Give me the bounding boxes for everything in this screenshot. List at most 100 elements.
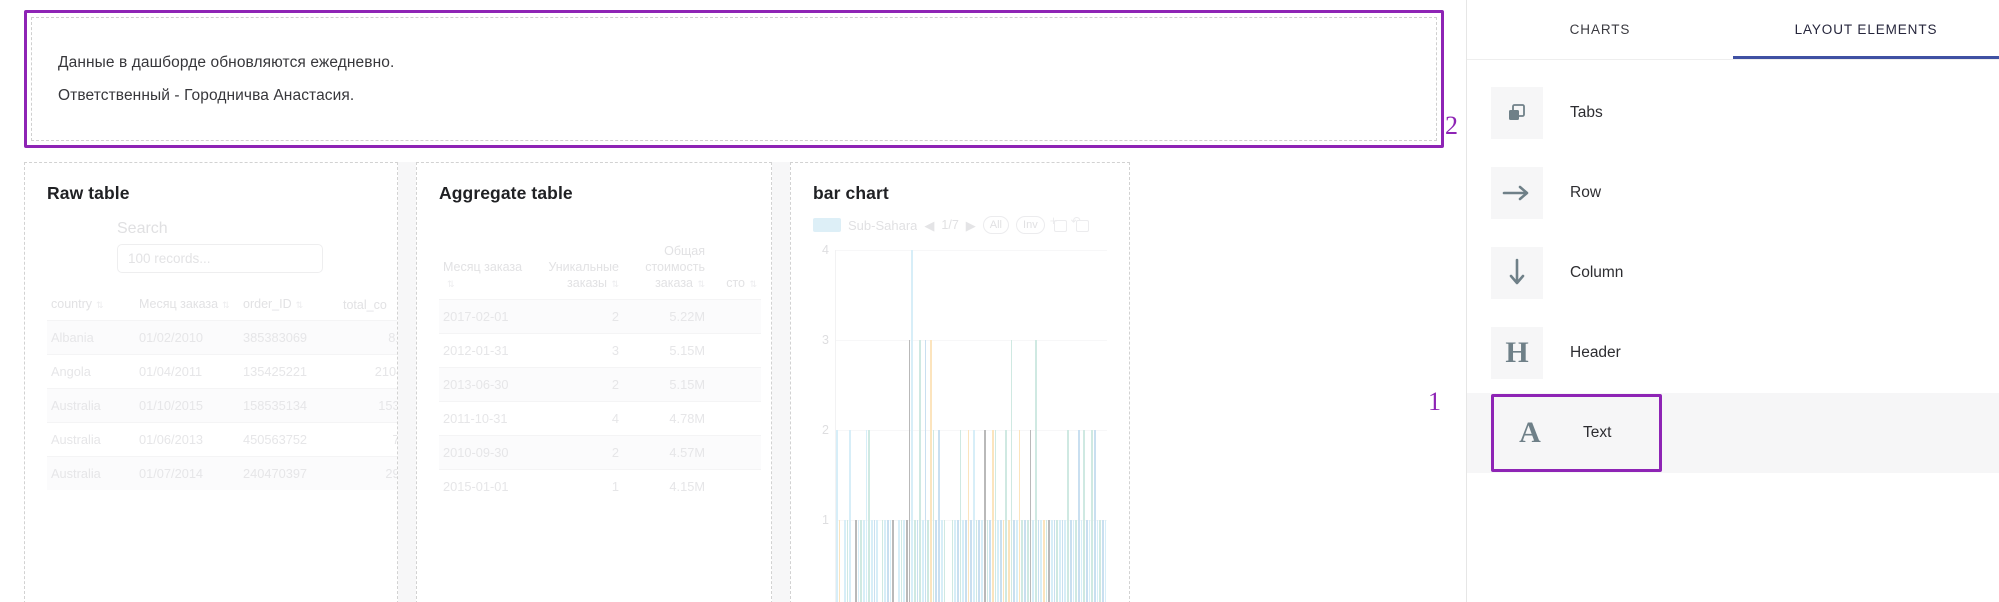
bar[interactable]: [930, 340, 932, 602]
tab-charts[interactable]: CHARTS: [1467, 0, 1733, 59]
bar[interactable]: [917, 520, 919, 602]
bar[interactable]: [858, 520, 860, 602]
bar[interactable]: [1073, 520, 1075, 602]
legend-next-icon[interactable]: ▶: [966, 219, 976, 232]
sidebar-item-row[interactable]: Row: [1467, 153, 1999, 233]
bar[interactable]: [1075, 520, 1077, 602]
bar[interactable]: [860, 520, 862, 602]
bar[interactable]: [1078, 430, 1080, 602]
bar[interactable]: [1048, 520, 1050, 602]
bar[interactable]: [1038, 520, 1040, 602]
bar[interactable]: [1024, 520, 1026, 602]
bar[interactable]: [933, 430, 935, 602]
bar[interactable]: [898, 520, 900, 602]
table-row[interactable]: Australia 01/10/2015 158535134 153498: [47, 389, 398, 423]
table-row[interactable]: Albania 01/02/2010 385383069 8132(: [47, 321, 398, 355]
agg-col-extra[interactable]: сто⇅: [709, 238, 761, 300]
text-item-selection-ring[interactable]: A Text: [1491, 394, 1662, 472]
bar[interactable]: [882, 520, 884, 602]
bar[interactable]: [962, 520, 964, 602]
bar[interactable]: [968, 430, 970, 602]
bar[interactable]: [978, 520, 980, 602]
bar[interactable]: [1046, 520, 1048, 602]
bar[interactable]: [1056, 520, 1058, 602]
raw-col-month[interactable]: Месяц заказа⇅: [135, 291, 239, 321]
bar[interactable]: [925, 340, 927, 602]
bar[interactable]: [1043, 520, 1045, 602]
bar-series[interactable]: [836, 250, 1107, 602]
bar[interactable]: [1040, 520, 1042, 602]
table-row[interactable]: 2017-02-01 2 5.22M: [439, 300, 761, 334]
bar[interactable]: [847, 520, 849, 602]
bar[interactable]: [909, 340, 911, 602]
add-series-icon[interactable]: [1052, 218, 1067, 232]
bar[interactable]: [1030, 430, 1032, 602]
bar[interactable]: [922, 520, 924, 602]
bar[interactable]: [984, 430, 986, 602]
bar[interactable]: [973, 430, 975, 602]
chart-legend-toolbar[interactable]: Sub-Sahara ◀ 1/7 ▶ All Inv: [813, 214, 1107, 236]
search-input[interactable]: 100 records...: [117, 244, 323, 273]
bar[interactable]: [868, 430, 870, 602]
bar[interactable]: [849, 430, 851, 602]
bar[interactable]: [906, 520, 908, 602]
bar[interactable]: [1027, 520, 1029, 602]
raw-col-country[interactable]: country⇅: [47, 291, 135, 321]
sort-icon[interactable]: ⇅: [96, 297, 104, 313]
bar[interactable]: [1011, 340, 1013, 602]
bar[interactable]: [970, 520, 972, 602]
legend-all-button[interactable]: All: [983, 216, 1009, 234]
bar[interactable]: [1086, 520, 1088, 602]
bar[interactable]: [836, 430, 838, 602]
bar[interactable]: [884, 520, 886, 602]
bar[interactable]: [992, 430, 994, 602]
table-row[interactable]: 2015-01-01 1 4.15M: [439, 470, 761, 504]
bar[interactable]: [960, 430, 962, 602]
bar[interactable]: [935, 520, 937, 602]
table-row[interactable]: 2010-09-30 2 4.57M: [439, 436, 761, 470]
reset-series-icon[interactable]: [1074, 218, 1089, 232]
bar[interactable]: [997, 520, 999, 602]
sidebar-item-tabs[interactable]: Tabs: [1467, 73, 1999, 153]
bar[interactable]: [1091, 430, 1093, 602]
bar[interactable]: [1019, 430, 1021, 602]
bar[interactable]: [1021, 520, 1023, 602]
bar[interactable]: [1032, 520, 1034, 602]
bar[interactable]: [941, 520, 943, 602]
agg-col-total[interactable]: Общая стоимость заказа⇅: [623, 238, 709, 300]
bar[interactable]: [871, 520, 873, 602]
table-row[interactable]: Angola 01/04/2011 135425221 210413.: [47, 355, 398, 389]
table-row[interactable]: 2013-06-30 2 5.15M: [439, 368, 761, 402]
bar[interactable]: [981, 520, 983, 602]
bar[interactable]: [901, 520, 903, 602]
raw-col-totalco[interactable]: total_co: [339, 291, 398, 321]
bar-chart-widget[interactable]: bar chart Sub-Sahara ◀ 1/7 ▶ All Inv 012…: [790, 162, 1130, 602]
bar[interactable]: [1081, 520, 1083, 602]
bar[interactable]: [995, 430, 997, 602]
bar[interactable]: [892, 520, 894, 602]
sort-icon[interactable]: ⇅: [222, 297, 230, 313]
bar[interactable]: [919, 340, 921, 602]
bar[interactable]: [863, 520, 865, 602]
text-widget-content[interactable]: Данные в дашборде обновляются ежедневно.…: [31, 17, 1437, 141]
legend-prev-icon[interactable]: ◀: [924, 219, 934, 232]
bar[interactable]: [903, 520, 905, 602]
bar[interactable]: [1059, 520, 1061, 602]
sort-icon[interactable]: ⇅: [447, 276, 455, 292]
agg-col-unique[interactable]: Уникальные заказы⇅: [531, 238, 623, 300]
agg-col-month[interactable]: Месяц заказа⇅: [439, 238, 531, 300]
bar[interactable]: [1013, 520, 1015, 602]
bar[interactable]: [890, 520, 892, 602]
bar[interactable]: [987, 520, 989, 602]
bar[interactable]: [1094, 430, 1096, 602]
sort-icon[interactable]: ⇅: [697, 276, 705, 292]
aggregate-table-widget[interactable]: Aggregate table Месяц заказа⇅ Уникальные…: [416, 162, 772, 602]
bar[interactable]: [1067, 430, 1069, 602]
bar[interactable]: [1083, 430, 1085, 602]
bar[interactable]: [874, 520, 876, 602]
sidebar-item-text[interactable]: A Text: [1467, 393, 1999, 473]
bar[interactable]: [989, 520, 991, 602]
table-row[interactable]: 2011-10-31 4 4.78M: [439, 402, 761, 436]
bar[interactable]: [855, 520, 857, 602]
bar[interactable]: [1102, 520, 1104, 602]
